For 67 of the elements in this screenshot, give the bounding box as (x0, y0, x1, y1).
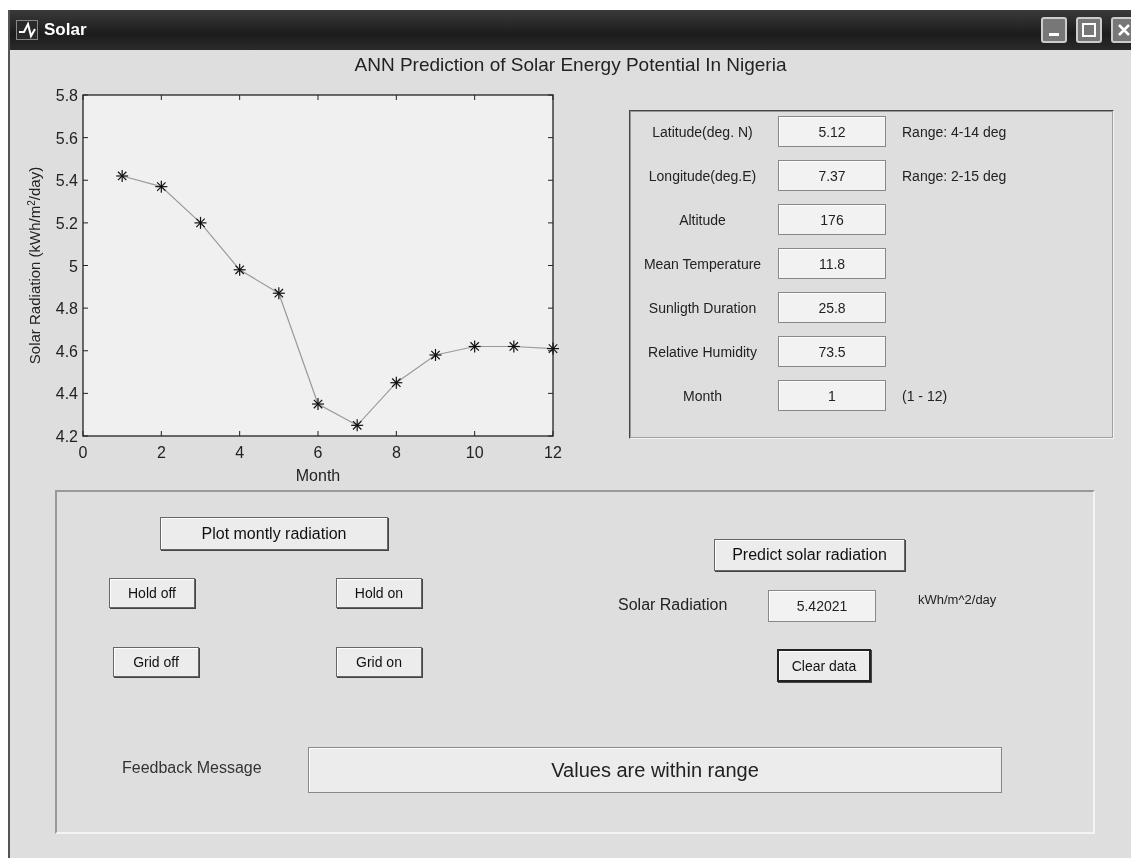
data-point (546, 342, 560, 356)
field-label: Month (682, 387, 723, 404)
unit-label: kWh/m^2/day (918, 592, 997, 607)
close-button[interactable] (1111, 17, 1131, 43)
input-field[interactable]: 5.12 (778, 116, 886, 147)
feedback-label: Feedback Message (122, 759, 263, 777)
tick-label: 5.2 (55, 214, 78, 232)
predict-button[interactable]: Predict solar radiation (714, 539, 905, 571)
tick-label: 4.6 (55, 342, 78, 360)
data-point (468, 339, 482, 354)
maximize-icon (1082, 23, 1096, 37)
hold-off-button[interactable]: Hold off (109, 578, 195, 608)
field-label: Latitude(deg. N) (651, 123, 754, 140)
tick-label: 6 (313, 444, 323, 461)
data-point (272, 286, 286, 300)
data-point (389, 376, 403, 390)
range-note: Range: 2-15 deg (902, 167, 1007, 184)
tick-label: 4.4 (55, 385, 78, 403)
input-field[interactable]: 176 (778, 204, 886, 235)
tick-label: 10 (465, 444, 484, 461)
output-field: 5.42021 (768, 590, 876, 622)
data-point (311, 397, 325, 411)
app-icon (16, 20, 38, 40)
grid-off-button[interactable]: Grid off (113, 647, 199, 677)
input-field[interactable]: 7.37 (778, 160, 886, 191)
close-icon (1117, 23, 1131, 37)
tick-label: 5 (69, 257, 78, 275)
result-label: Solar Radiation (618, 596, 729, 614)
tick-label: 4.8 (55, 300, 78, 318)
input-field[interactable]: 11.8 (778, 248, 886, 279)
figure-title: ANN Prediction of Solar Energy Potential In Nigeria (353, 53, 788, 77)
range-note: Range: 4-14 deg (902, 123, 1007, 140)
axis-label: Month (295, 467, 341, 484)
field-label: Longitude(deg.E) (647, 167, 758, 184)
plot-button[interactable]: Plot montly radiation (160, 517, 388, 550)
input-field[interactable]: 25.8 (778, 292, 886, 323)
data-point (115, 169, 129, 183)
data-point (233, 263, 247, 277)
tick-label: 0 (78, 444, 88, 461)
data-point (350, 418, 364, 432)
clear-button[interactable]: Clear data (777, 649, 871, 682)
input-field[interactable]: 1 (778, 380, 886, 411)
tick-label: 5.6 (55, 129, 78, 147)
input-field[interactable]: 73.5 (778, 336, 886, 367)
data-point (154, 180, 168, 194)
range-note: (1 - 12) (902, 387, 948, 404)
minimize-button[interactable] (1041, 17, 1067, 43)
tick-label: 4 (235, 444, 245, 461)
hold-on-button[interactable]: Hold on (336, 578, 422, 608)
grid-on-button[interactable]: Grid on (336, 647, 422, 677)
tick-label: 12 (544, 444, 562, 461)
minimize-icon (1049, 33, 1059, 36)
message-field: Values are within range (308, 747, 1002, 793)
tick-label: 5.4 (55, 172, 78, 190)
maximize-button[interactable] (1076, 17, 1102, 43)
data-point (428, 348, 443, 362)
field-label: Relative Humidity (647, 343, 758, 360)
tick-label: 8 (391, 444, 401, 461)
field-label: Sunligth Duration (647, 299, 758, 316)
field-label: Altitude (678, 211, 727, 228)
tick-label: 2 (156, 444, 166, 461)
data-point (507, 339, 521, 354)
field-label: Mean Temperature (642, 255, 763, 272)
tick-label: 4.2 (55, 428, 78, 445)
tick-label: 5.8 (55, 87, 78, 104)
data-point (193, 216, 208, 230)
window-title: Solar (44, 20, 87, 40)
